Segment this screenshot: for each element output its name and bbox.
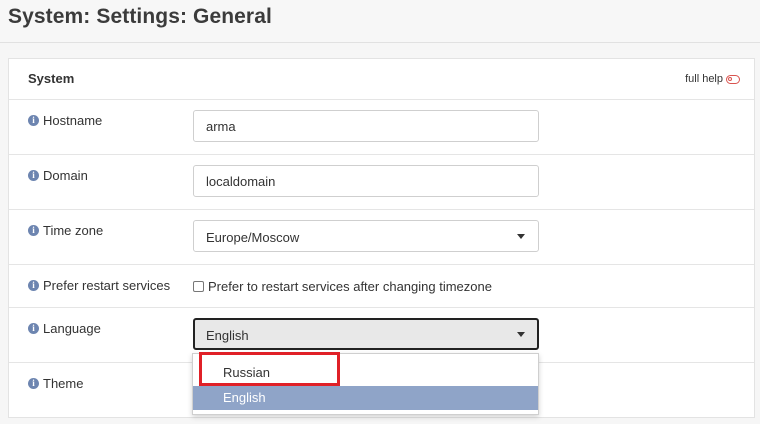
timezone-label-text: Time zone — [43, 223, 104, 238]
timezone-row: i Time zone Europe/Moscow — [9, 210, 754, 265]
hostname-label-text: Hostname — [43, 113, 103, 128]
hostname-input[interactable] — [193, 110, 539, 142]
language-select[interactable]: English — [193, 318, 539, 350]
caret-down-icon — [517, 234, 525, 239]
toggle-off-icon[interactable] — [726, 74, 740, 84]
info-icon[interactable]: i — [28, 170, 39, 181]
language-label: i Language — [28, 321, 101, 336]
domain-row: i Domain — [9, 155, 754, 210]
prefer-restart-row: i Prefer restart services Prefer to rest… — [9, 265, 754, 308]
prefer-restart-checkbox-label: Prefer to restart services after changin… — [208, 279, 492, 294]
prefer-restart-checkbox[interactable] — [193, 281, 204, 292]
hostname-label: i Hostname — [28, 113, 102, 128]
language-option-english[interactable]: English — [193, 386, 538, 410]
page-header: System: Settings: General — [0, 0, 760, 43]
domain-label: i Domain — [28, 168, 88, 183]
full-help-label: full help — [685, 73, 723, 85]
domain-input[interactable] — [193, 165, 539, 197]
caret-down-icon — [517, 332, 525, 337]
language-selected-value: English — [206, 328, 249, 343]
prefer-restart-checkbox-wrap[interactable]: Prefer to restart services after changin… — [193, 279, 492, 294]
info-icon[interactable]: i — [28, 280, 39, 291]
full-help-toggle[interactable]: full help — [685, 73, 740, 85]
timezone-label: i Time zone — [28, 223, 103, 238]
language-label-text: Language — [43, 321, 101, 336]
prefer-restart-label: i Prefer restart services — [28, 278, 170, 293]
timezone-selected-value: Europe/Moscow — [206, 230, 300, 245]
section-title: System — [28, 71, 75, 86]
theme-label-text: Theme — [43, 376, 84, 391]
info-icon[interactable]: i — [28, 115, 39, 126]
theme-label: i Theme — [28, 376, 83, 391]
panel-header: System full help — [9, 59, 754, 100]
domain-label-text: Domain — [43, 168, 88, 183]
info-icon[interactable]: i — [28, 225, 39, 236]
info-icon[interactable]: i — [28, 378, 39, 389]
page-title: System: Settings: General — [8, 5, 272, 28]
language-dropdown-menu: Russian English — [192, 353, 539, 415]
prefer-restart-label-text: Prefer restart services — [43, 278, 171, 293]
language-option-russian[interactable]: Russian — [193, 361, 538, 385]
info-icon[interactable]: i — [28, 323, 39, 334]
hostname-row: i Hostname — [9, 100, 754, 155]
timezone-select[interactable]: Europe/Moscow — [193, 220, 539, 252]
